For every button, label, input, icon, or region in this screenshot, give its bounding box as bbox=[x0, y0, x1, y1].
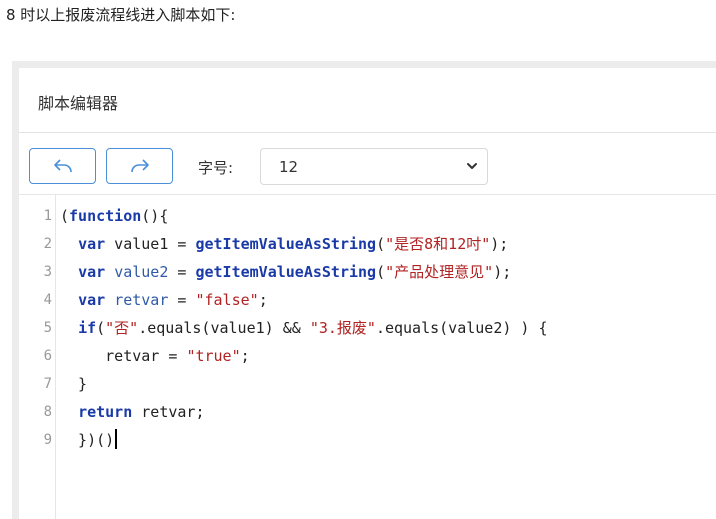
code-text: retvar = "true"; bbox=[60, 347, 250, 365]
code-line: 2 var value1 = getItemValueAsString("是否8… bbox=[19, 230, 716, 258]
code-text: var value2 = getItemValueAsString("产品处理意… bbox=[78, 263, 512, 281]
line-number: 8 bbox=[43, 404, 52, 420]
code-line: 7 } bbox=[19, 370, 716, 398]
font-size-value: 12 bbox=[279, 157, 299, 176]
code-text: return retvar; bbox=[78, 403, 205, 421]
code-line: 9 })() bbox=[19, 426, 716, 454]
panel-title: 脚本编辑器 bbox=[38, 94, 119, 113]
line-number: 4 bbox=[43, 292, 52, 308]
line-number: 6 bbox=[43, 348, 52, 364]
editor-toolbar: 字号: 12 bbox=[19, 133, 716, 195]
code-text: if("否".equals(value1) && "3.报废".equals(v… bbox=[78, 319, 548, 337]
line-number: 5 bbox=[43, 320, 52, 336]
code-editor[interactable]: 1 (function(){ 2 var value1 = getItemValue… bbox=[19, 195, 716, 519]
script-editor-panel: 脚本编辑器 字号: 12 1 (function(){2 var value1… bbox=[19, 68, 716, 519]
font-size-select[interactable]: 12 bbox=[260, 148, 488, 185]
undo-icon bbox=[52, 157, 74, 175]
line-number: 2 bbox=[43, 236, 52, 252]
code-text: var value1 = getItemValueAsString("是否8和1… bbox=[78, 235, 509, 253]
line-number: 9 bbox=[43, 432, 52, 448]
code-line: 1 (function(){ bbox=[19, 202, 716, 230]
undo-button[interactable] bbox=[29, 148, 96, 184]
code-line: 6 retvar = "true"; bbox=[19, 342, 716, 370]
code-line: 5 if("否".equals(value1) && "3.报废".equals… bbox=[19, 314, 716, 342]
line-number: 7 bbox=[43, 376, 52, 392]
redo-icon bbox=[129, 157, 151, 175]
code-line: 3 var value2 = getItemValueAsString("产品处… bbox=[19, 258, 716, 286]
chevron-down-icon bbox=[467, 163, 477, 169]
code-text: })() bbox=[60, 426, 118, 454]
redo-button[interactable] bbox=[106, 148, 173, 184]
code-text: (function(){ bbox=[60, 207, 169, 225]
font-size-label: 字号: bbox=[198, 159, 234, 177]
text-cursor bbox=[115, 429, 118, 449]
code-text: } bbox=[60, 375, 88, 393]
line-number: 3 bbox=[43, 264, 52, 280]
intro-text: 8 时以上报废流程线进入脚本如下: bbox=[6, 6, 236, 24]
code-line: 4 var retvar = "false"; bbox=[19, 286, 716, 314]
code-line: 8 return retvar; bbox=[19, 398, 716, 426]
code-text: var retvar = "false"; bbox=[78, 291, 268, 309]
line-number: 1 bbox=[43, 208, 52, 224]
